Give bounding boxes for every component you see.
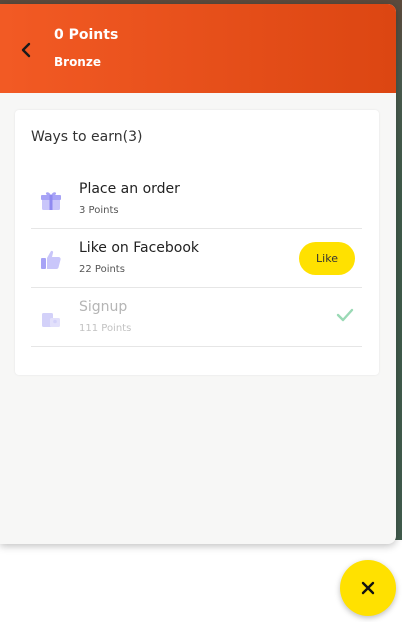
earn-item-label: Signup bbox=[79, 299, 128, 315]
thumbs-up-icon bbox=[41, 250, 61, 269]
gift-icon bbox=[41, 192, 61, 210]
signup-icon bbox=[42, 313, 60, 327]
back-button[interactable] bbox=[14, 38, 38, 62]
earn-item-like-facebook: Like on Facebook 22 Points Like bbox=[31, 229, 362, 288]
close-rewards-button[interactable] bbox=[340, 560, 396, 616]
ways-to-earn-card: Ways to earn(3) Place an order 3 Points … bbox=[15, 110, 379, 375]
earn-item-points: 3 Points bbox=[79, 205, 119, 216]
earn-item-label: Like on Facebook bbox=[79, 240, 200, 256]
rewards-header: 0 Points Bronze bbox=[0, 4, 396, 93]
earn-item-place-order[interactable]: Place an order 3 Points bbox=[31, 170, 362, 229]
close-icon bbox=[361, 581, 375, 595]
earn-item-label: Place an order bbox=[79, 181, 180, 197]
tier-label: Bronze bbox=[54, 55, 101, 69]
earn-item-signup: Signup 111 Points bbox=[31, 288, 362, 347]
checkmark-icon bbox=[336, 308, 354, 322]
rewards-panel: 0 Points Bronze Ways to earn(3) Place an… bbox=[0, 4, 396, 544]
like-button[interactable]: Like bbox=[299, 242, 355, 275]
ways-to-earn-title: Ways to earn(3) bbox=[31, 129, 143, 145]
points-balance: 0 Points bbox=[54, 27, 119, 43]
chevron-left-icon bbox=[21, 42, 31, 58]
earn-item-points: 22 Points bbox=[79, 264, 125, 275]
earn-item-points: 111 Points bbox=[79, 323, 132, 334]
